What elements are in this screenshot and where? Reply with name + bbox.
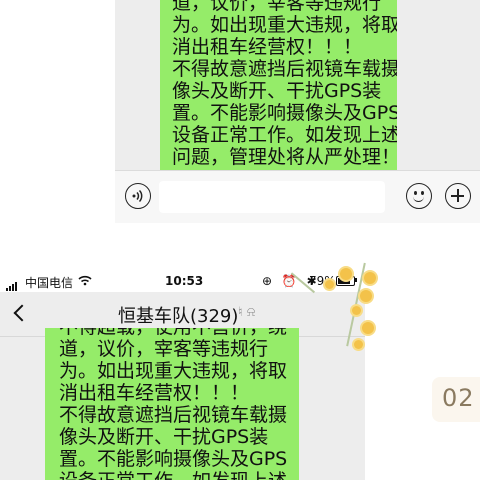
- message-line: 置。不能影响摄像头及GPS: [59, 448, 288, 470]
- emoji-button[interactable]: [406, 183, 432, 209]
- carrier-label: 中国电信: [25, 276, 74, 290]
- back-chevron-icon[interactable]: [13, 304, 31, 322]
- message-line: 设备正常工作。如发现上述: [172, 124, 397, 146]
- chat-title: 恒基车队(329): [118, 306, 239, 327]
- flower-icon: [354, 340, 363, 349]
- voice-icon: [132, 189, 143, 203]
- flower-icon: [360, 290, 372, 302]
- flower-icon: [352, 306, 361, 315]
- top-chat-screenshot: 道，议价，宰客等违规行 为。如出现重大违规，将取 消出租车经营权！！！ 不得故意…: [115, 0, 480, 223]
- message-line: 不得故意遮挡后视镜车载摄: [59, 404, 288, 426]
- message-line: 道，议价，宰客等违规行: [172, 0, 382, 14]
- message-line: 置。不能影响摄像头及GPS: [172, 102, 397, 124]
- message-line: 不得超载，使用不营价，绕: [59, 328, 289, 338]
- message-line: 问题，管理处将从严处理！: [172, 146, 397, 168]
- flower-icon: [362, 322, 374, 334]
- flower-icon: [364, 272, 376, 284]
- wifi-icon: [78, 275, 92, 286]
- top-message-bubble: 道，议价，宰客等违规行 为。如出现重大违规，将取 消出租车经营权！！！ 不得故意…: [160, 0, 397, 170]
- chat-input-bar: [115, 170, 480, 223]
- message-line: 像头及断开、干扰GPS装: [172, 80, 382, 102]
- message-line: 消出租车经营权！！！: [59, 382, 250, 404]
- signal-icon: [6, 277, 18, 291]
- message-line: 像头及断开、干扰GPS装: [59, 426, 269, 448]
- more-button[interactable]: [445, 183, 471, 209]
- bottom-chat-screenshot: 中国电信 10:53 ⊕ ⏰ ✱ 79% 恒基车队(329) ♮ ⍾ 不得超载，…: [0, 270, 365, 480]
- page-number: 02: [442, 384, 475, 412]
- message-line: 道，议价，宰客等违规行: [59, 338, 269, 360]
- voice-button[interactable]: [125, 183, 151, 209]
- mute-icon: ♮ ⍾: [238, 305, 256, 320]
- clock: 10:53: [165, 274, 204, 288]
- message-line: 设备正常工作。如发现上述: [59, 470, 289, 480]
- message-line: 为。如出现重大违规，将取: [59, 360, 288, 382]
- flower-icon: [340, 268, 352, 280]
- bottom-message-bubble: 不得超载，使用不营价，绕 道，议价，宰客等违规行 为。如出现重大违规，将取 消出…: [45, 328, 299, 480]
- message-line: 为。如出现重大违规，将取: [172, 14, 397, 36]
- message-line: 消出租车经营权！！！: [172, 36, 363, 58]
- message-input[interactable]: [159, 181, 385, 213]
- message-line: 不得故意遮挡后视镜车载摄: [172, 58, 397, 80]
- flower-icon: [325, 280, 334, 289]
